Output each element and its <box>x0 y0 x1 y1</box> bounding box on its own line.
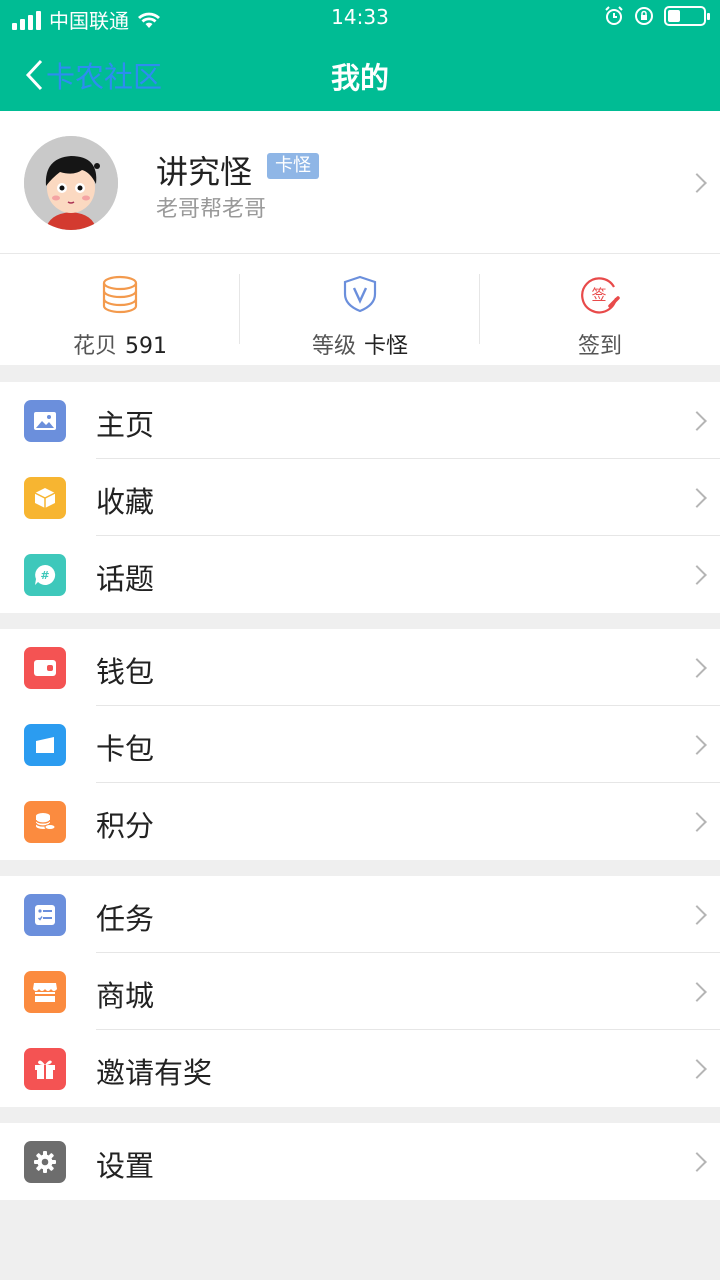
menu-group-1: 主页 收藏 # 话题 <box>0 382 720 613</box>
menu-group-2: 钱包 卡包 积分 <box>0 629 720 860</box>
chevron-right-icon <box>687 565 707 585</box>
stat-beans-label: 花贝 591 <box>0 328 240 360</box>
menu-label: 话题 <box>96 562 155 596</box>
menu-item-tasks[interactable]: 任务 <box>0 876 720 953</box>
checkin-label: 签到 <box>577 334 622 359</box>
cube-icon <box>24 477 66 519</box>
menu-label: 任务 <box>96 902 155 936</box>
menu-label: 商城 <box>96 979 155 1013</box>
nav-bar: 卡农社区 我的 <box>0 36 720 111</box>
shield-v-icon <box>343 275 377 313</box>
beans-label: 花贝 <box>72 334 117 359</box>
user-subtitle: 老哥帮老哥 <box>156 197 267 222</box>
hashtag-chat-icon: # <box>24 554 66 596</box>
menu-label: 卡包 <box>96 732 155 766</box>
menu-item-points[interactable]: 积分 <box>0 783 720 860</box>
status-right <box>604 6 710 26</box>
menu-item-favorites[interactable]: 收藏 <box>0 459 720 536</box>
task-list-icon <box>24 894 66 936</box>
menu-item-store[interactable]: 商城 <box>0 953 720 1030</box>
menu-item-settings[interactable]: 设置 <box>0 1123 720 1200</box>
profile-card[interactable]: 讲究怪 卡怪 老哥帮老哥 <box>0 111 720 254</box>
stat-level-label: 等级 卡怪 <box>240 328 480 360</box>
level-label: 等级 <box>311 334 356 359</box>
chevron-right-icon <box>687 411 707 431</box>
status-bar: 中国联通 14:33 <box>0 0 720 36</box>
checkin-icon: 签 <box>581 277 620 314</box>
menu-label: 积分 <box>96 809 155 843</box>
level-value: 卡怪 <box>364 334 409 359</box>
chevron-right-icon <box>687 1059 707 1079</box>
top-header: 中国联通 14:33 卡农社区 我的 <box>0 0 720 111</box>
avatar[interactable] <box>24 136 118 230</box>
username: 讲究怪 <box>156 153 253 191</box>
stats-row: 花贝 591 等级 卡怪 签 签到 <box>0 254 720 365</box>
page-title: 我的 <box>330 61 389 95</box>
menu-group-3: 任务 商城 邀请有奖 <box>0 876 720 1107</box>
menu-group-4: 设置 <box>0 1123 720 1200</box>
menu-item-homepage[interactable]: 主页 <box>0 382 720 459</box>
level-badge: 卡怪 <box>267 153 319 179</box>
store-icon <box>24 971 66 1013</box>
image-icon <box>24 400 66 442</box>
coins-icon <box>24 801 66 843</box>
battery-icon <box>664 6 710 26</box>
menu-item-invite[interactable]: 邀请有奖 <box>0 1030 720 1107</box>
alarm-icon <box>605 6 623 25</box>
chevron-right-icon <box>687 1152 707 1172</box>
svg-text:#: # <box>40 569 49 582</box>
gift-icon <box>24 1048 66 1090</box>
stat-checkin[interactable]: 签 签到 <box>480 254 720 365</box>
chevron-right-icon <box>687 982 707 1002</box>
wallet-icon <box>24 647 66 689</box>
chevron-right-icon <box>687 735 707 755</box>
menu-item-topics[interactable]: # 话题 <box>0 536 720 613</box>
menu-label: 邀请有奖 <box>96 1056 213 1090</box>
menu-label: 设置 <box>96 1149 155 1183</box>
stat-level[interactable]: 等级 卡怪 <box>240 254 480 365</box>
menu-label: 收藏 <box>96 485 155 519</box>
stat-beans[interactable]: 花贝 591 <box>0 254 240 365</box>
menu-item-wallet[interactable]: 钱包 <box>0 629 720 706</box>
svg-text:签: 签 <box>591 286 606 304</box>
card-icon <box>24 724 66 766</box>
menu-item-cardpack[interactable]: 卡包 <box>0 706 720 783</box>
coin-stack-icon <box>102 275 138 314</box>
menu-label: 主页 <box>96 408 155 442</box>
chevron-right-icon <box>687 173 707 193</box>
rotation-lock-icon <box>635 7 653 25</box>
chevron-right-icon <box>687 812 707 832</box>
chevron-right-icon <box>687 488 707 508</box>
menu-label: 钱包 <box>96 655 155 689</box>
chevron-right-icon <box>687 905 707 925</box>
beans-value: 591 <box>125 334 167 359</box>
chevron-right-icon <box>687 658 707 678</box>
gear-icon <box>24 1141 66 1183</box>
avatar-illustration <box>24 136 118 230</box>
